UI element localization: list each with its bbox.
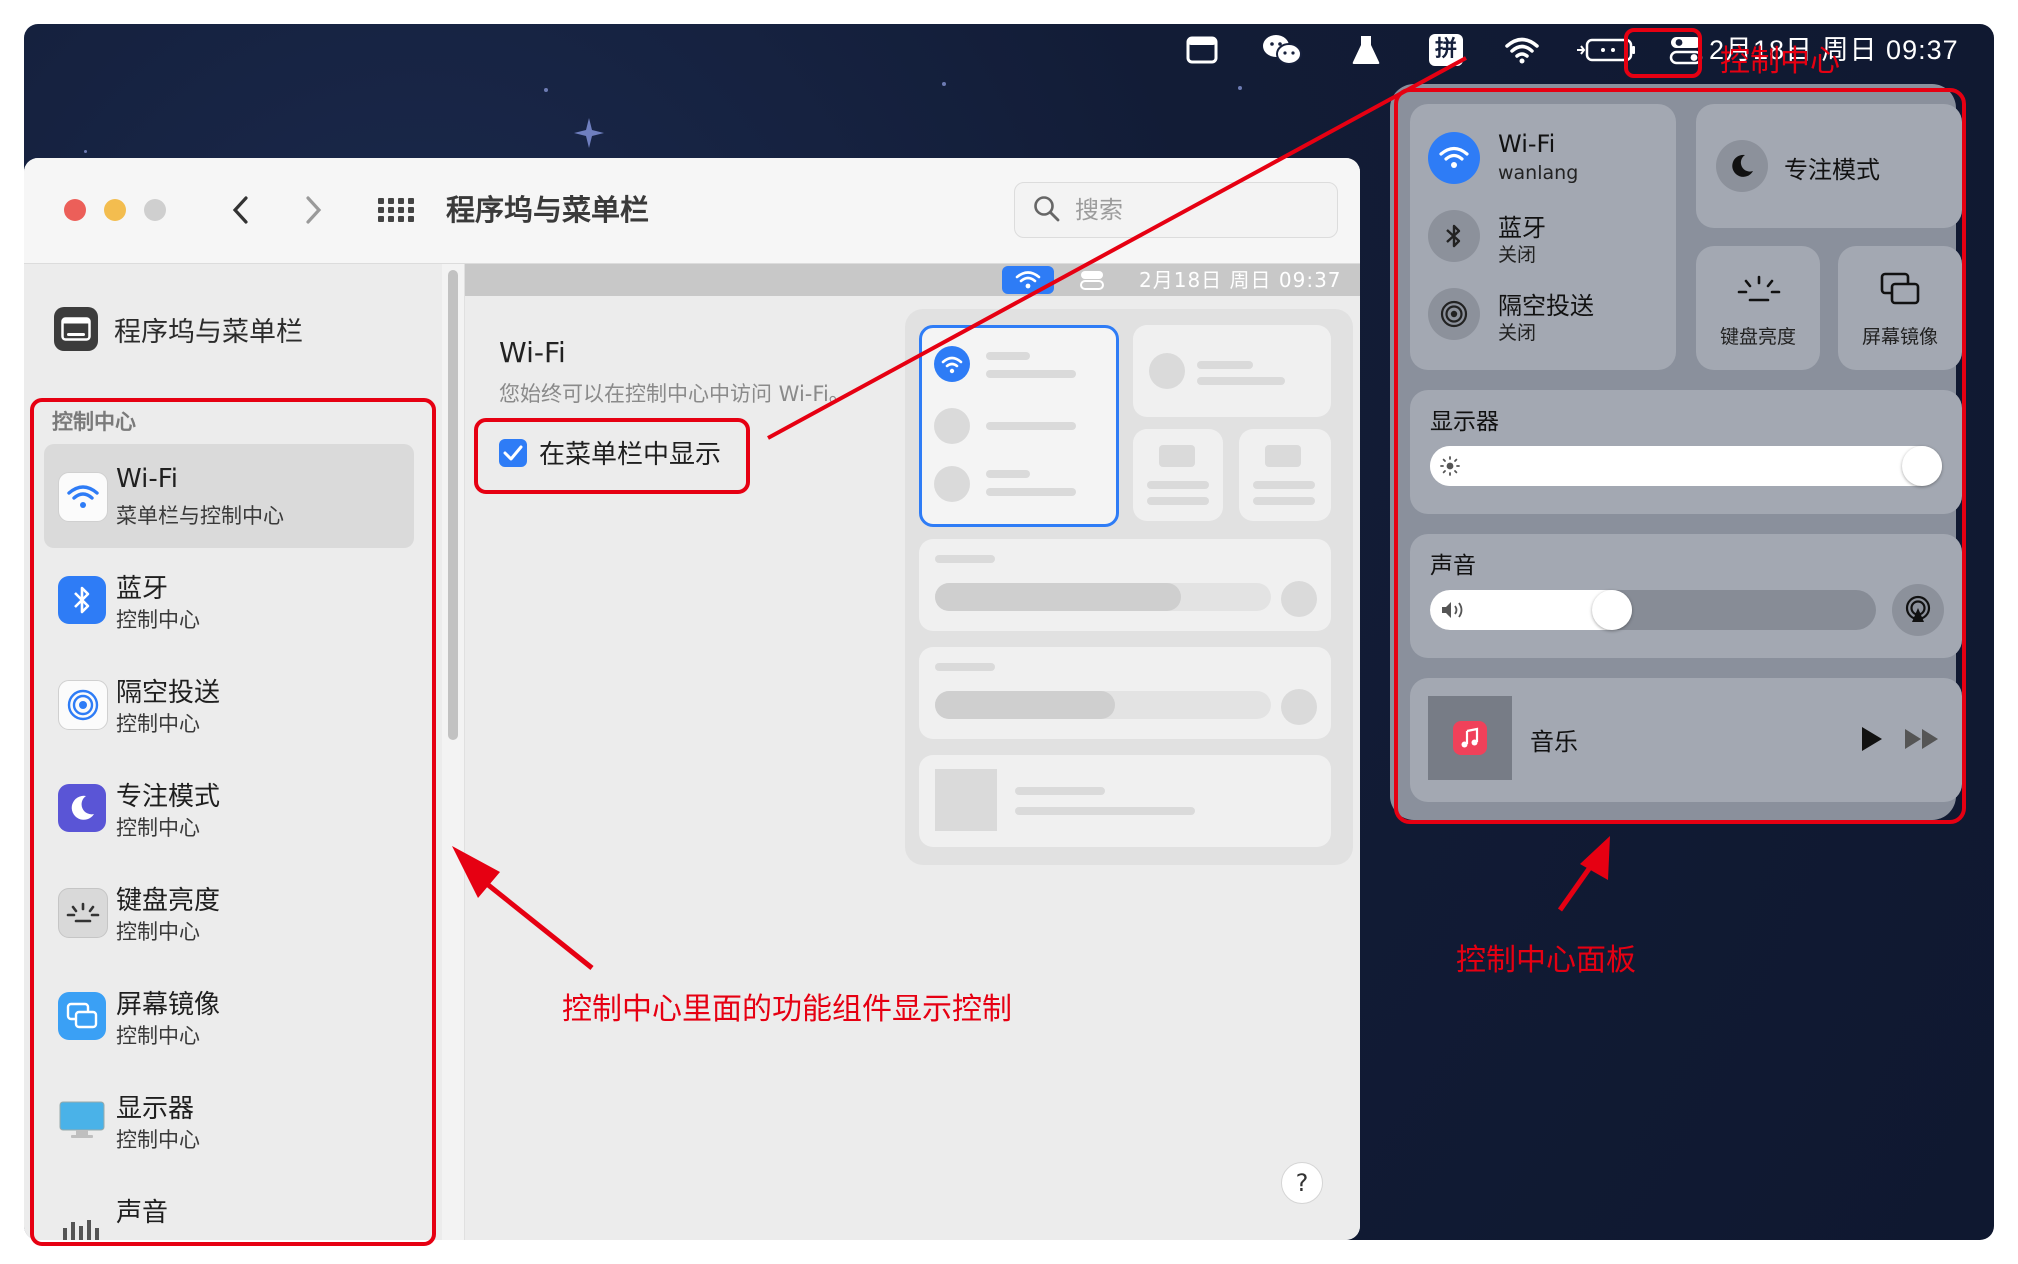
- grid-icon: [378, 198, 414, 222]
- content-pane: 2月18日 周日 09:37 Wi-Fi 您始终可以在控制中心中访问 Wi-Fi…: [465, 264, 1360, 1240]
- star-decoration: [1238, 86, 1242, 90]
- control-center-preview: [905, 309, 1353, 865]
- menu-bar-preview: 2月18日 周日 09:37: [465, 264, 1360, 296]
- back-button[interactable]: [218, 188, 262, 232]
- wifi-icon[interactable]: [1498, 30, 1546, 70]
- star-decoration: [84, 150, 87, 153]
- preview-mirroring-tile: [1239, 429, 1331, 521]
- close-button[interactable]: [64, 199, 86, 221]
- input-method-icon[interactable]: 拼: [1422, 30, 1470, 70]
- wifi-icon: [934, 346, 970, 382]
- preview-connectivity-tile: [919, 325, 1119, 527]
- minimize-button[interactable]: [104, 199, 126, 221]
- chevron-left-icon: [232, 196, 248, 224]
- title-bar: 程序坞与菜单栏 搜索: [24, 158, 1360, 264]
- section-description: 您始终可以在控制中心中访问 Wi-Fi。: [499, 382, 850, 406]
- annotation-label-sidebar: 控制中心里面的功能组件显示控制: [562, 992, 1012, 1027]
- annotation-box-checkbox: [474, 418, 750, 494]
- search-placeholder: 搜索: [1075, 196, 1123, 224]
- preview-keyboard-tile: [1133, 429, 1223, 521]
- annotation-box-control-center-icon: [1624, 28, 1702, 78]
- preview-clock: 2月18日 周日 09:37: [1139, 268, 1342, 292]
- preview-focus-tile: [1133, 325, 1331, 417]
- annotation-label-control-center: 控制中心: [1720, 44, 1840, 79]
- annotation-box-control-center-panel: [1394, 88, 1966, 824]
- annotation-label-panel: 控制中心面板: [1456, 943, 1636, 978]
- control-center-icon: [1080, 271, 1104, 290]
- annotation-box-sidebar: [30, 398, 436, 1246]
- scrollbar-thumb[interactable]: [448, 270, 458, 740]
- input-method-glyph: 拼: [1429, 34, 1463, 66]
- preview-sound-tile: [919, 647, 1331, 739]
- grid-view-button[interactable]: [374, 188, 418, 232]
- star-decoration: [544, 88, 548, 92]
- search-field[interactable]: 搜索: [1014, 182, 1338, 238]
- window-icon[interactable]: [1178, 30, 1226, 70]
- dock-menubar-icon: [54, 307, 98, 351]
- sidebar-item-label: 程序坞与菜单栏: [114, 316, 303, 348]
- help-button[interactable]: ?: [1281, 1162, 1323, 1204]
- preview-display-tile: [919, 539, 1331, 631]
- zoom-button[interactable]: [144, 199, 166, 221]
- window-title: 程序坞与菜单栏: [446, 193, 650, 227]
- sidebar-item-dock-menubar[interactable]: 程序坞与菜单栏: [54, 304, 303, 354]
- sparkle-decoration: [574, 118, 604, 148]
- sidebar-scrollbar[interactable]: [442, 264, 465, 1240]
- forward-button[interactable]: [292, 188, 336, 232]
- preview-music-tile: [919, 755, 1331, 847]
- chevron-right-icon: [306, 196, 322, 224]
- wechat-icon[interactable]: [1258, 30, 1306, 70]
- flask-icon[interactable]: [1342, 30, 1390, 70]
- wifi-icon: [1002, 266, 1054, 294]
- search-icon: [1034, 196, 1060, 222]
- section-heading: Wi-Fi: [499, 336, 566, 369]
- star-decoration: [942, 82, 946, 86]
